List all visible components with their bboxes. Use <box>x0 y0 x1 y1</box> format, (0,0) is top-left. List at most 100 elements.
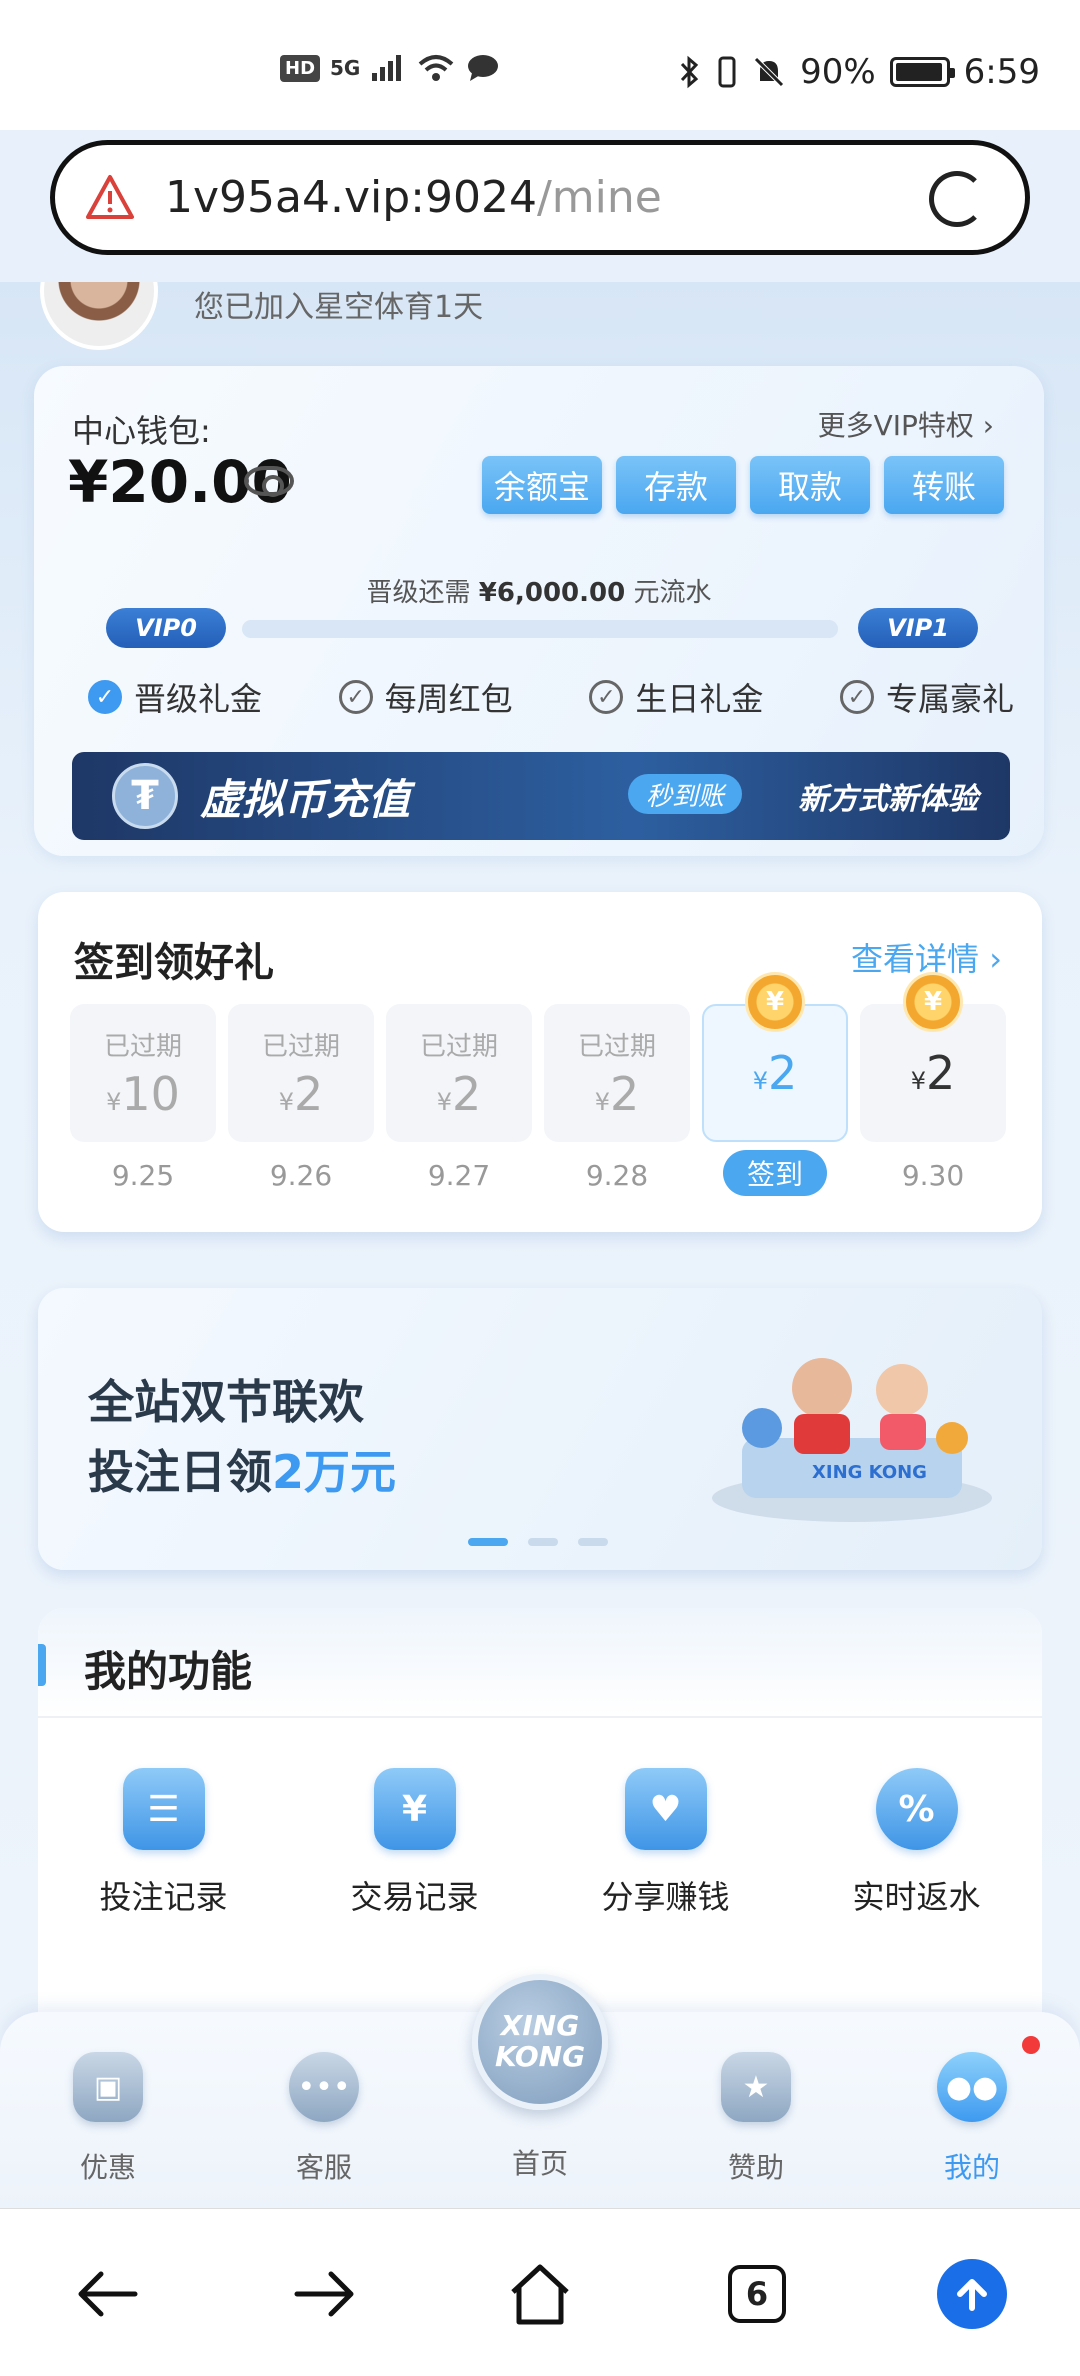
func-label: 分享赚钱 <box>601 1878 730 1916</box>
vibrate-icon <box>718 56 736 88</box>
warning-icon[interactable] <box>85 173 135 223</box>
check-circle-icon: ✓ <box>88 680 122 714</box>
checkin-title: 签到领好礼 <box>74 940 274 986</box>
back-button[interactable] <box>72 2259 142 2329</box>
coin-icon: ¥ <box>903 972 963 1032</box>
back-arrow-icon <box>78 2271 138 2317</box>
check-circle-icon: ✓ <box>589 680 624 714</box>
vip-progress-bar <box>242 620 838 638</box>
upgrade-requirement: 晋级还需 ¥6,000.00 元流水 <box>34 572 1044 609</box>
banner-line1: 全站双节联欢 <box>88 1375 364 1429</box>
clock: 6:59 <box>963 52 1040 92</box>
func-share-earn[interactable]: ♥ 分享赚钱 <box>540 1768 791 1918</box>
section-accent-bar <box>38 1644 46 1686</box>
signin-button[interactable]: 签到 <box>723 1150 827 1196</box>
tab-mine[interactable]: ●● 我的 <box>902 2052 1042 2186</box>
currency-symbol: ¥ <box>106 1087 122 1116</box>
day-amount-value: 2 <box>926 1046 956 1100</box>
upgrade-amount: ¥6,000.00 <box>478 578 626 608</box>
message-icon <box>468 55 499 81</box>
func-rebate[interactable]: % 实时返水 <box>791 1768 1042 1918</box>
home-button[interactable] <box>505 2259 575 2329</box>
func-bet-records[interactable]: ☰ 投注记录 <box>38 1768 289 1918</box>
checkin-day-today[interactable]: ¥ ¥2 签到 <box>702 972 848 1198</box>
day-box: 已过期 ¥2 <box>386 1004 532 1142</box>
carousel-dot[interactable] <box>528 1538 558 1546</box>
tether-icon: ₮ <box>112 763 178 829</box>
upload-button[interactable] <box>937 2259 1007 2329</box>
tab-label-home[interactable]: 首页 <box>470 2142 610 2182</box>
expired-label: 已过期 <box>103 1031 182 1062</box>
perk-item: ✓ 晋级礼金 <box>88 674 262 720</box>
wallet-actions: 余额宝 存款 取款 转账 <box>482 456 1004 514</box>
perk-item: ✓ 专属豪礼 <box>839 674 1014 720</box>
withdraw-button[interactable]: 取款 <box>750 456 870 514</box>
user-face-icon: ●● <box>937 2052 1007 2122</box>
yen-wallet-icon: ¥ <box>373 1768 456 1850</box>
url-path[interactable]: /mine <box>537 172 662 223</box>
home-logo-button[interactable]: XING KONG <box>472 1974 608 2110</box>
currency-symbol: ¥ <box>278 1087 294 1116</box>
checkin-day: 已过期 ¥2 9.27 <box>386 1004 532 1198</box>
perk-item: ✓ 生日礼金 <box>589 674 763 720</box>
crypto-title: 虚拟币充值 <box>200 774 411 824</box>
expired-label: 已过期 <box>577 1031 656 1062</box>
day-amount-value: 10 <box>121 1066 180 1121</box>
eye-icon[interactable] <box>244 466 294 497</box>
carousel-dot[interactable] <box>468 1538 508 1546</box>
bluetooth-icon <box>680 55 699 89</box>
address-bar[interactable]: 1v95a4.vip:9024/mine <box>50 140 1030 255</box>
tab-label: 客服 <box>295 2151 352 2184</box>
percent-icon: % <box>875 1768 958 1850</box>
tab-label: 我的 <box>943 2151 1000 2184</box>
crypto-tag: 秒到账 <box>628 774 743 814</box>
vip-more-link[interactable]: 更多VIP特权 › <box>818 404 994 444</box>
expired-label: 已过期 <box>419 1031 498 1062</box>
coin-icon: ¥ <box>745 972 805 1032</box>
checkin-day: 已过期 ¥2 9.28 <box>544 1004 690 1198</box>
network-label: 5G <box>330 56 361 80</box>
crypto-deposit-banner[interactable]: ₮ 虚拟币充值 秒到账 新方式新体验 <box>72 752 1010 840</box>
avatar[interactable] <box>40 282 158 350</box>
crypto-subtitle: 新方式新体验 <box>798 782 978 817</box>
currency-symbol: ¥ <box>594 1087 610 1116</box>
mine-page: 您已加入星空体育1天 中心钱包: ¥20.00 更多VIP特权 › 余额宝 存款… <box>0 282 1080 2202</box>
functions-header: 我的功能 <box>38 1608 1042 1718</box>
transfer-button[interactable]: 转账 <box>884 456 1004 514</box>
tab-sponsor[interactable]: ★ 赞助 <box>686 2052 826 2186</box>
func-transaction-records[interactable]: ¥ 交易记录 <box>289 1768 540 1918</box>
forward-button[interactable] <box>290 2259 360 2329</box>
func-label: 投注记录 <box>99 1878 228 1916</box>
star-shield-icon: ★ <box>721 2052 791 2122</box>
promo-banner[interactable]: 全站双节联欢 投注日领2万元 XING KONG <box>38 1288 1042 1570</box>
currency-symbol: ¥ <box>436 1087 452 1116</box>
home-logo: XING KONG <box>494 2009 586 2073</box>
day-box: 已过期 ¥2 <box>544 1004 690 1142</box>
carousel-dot[interactable] <box>578 1538 608 1546</box>
chat-icon: ••• <box>289 2052 359 2122</box>
url-host[interactable]: 1v95a4.vip:9024 <box>165 172 537 223</box>
battery-icon <box>889 57 955 87</box>
tab-support[interactable]: ••• 客服 <box>254 2052 394 2186</box>
up-arrow-icon <box>937 2259 1007 2329</box>
tab-promotions[interactable]: ▣ 优惠 <box>38 2052 178 2186</box>
banner-highlight: 2万元 <box>272 1445 397 1499</box>
tab-label: 优惠 <box>79 2151 136 2184</box>
carousel-dots <box>468 1538 608 1546</box>
expired-label: 已过期 <box>261 1031 340 1062</box>
upgrade-prefix: 晋级还需 <box>366 578 471 608</box>
document-icon: ☰ <box>122 1768 205 1850</box>
signal-icon <box>372 55 402 81</box>
day-amount-value: 2 <box>610 1066 640 1121</box>
checkin-day: 已过期 ¥10 9.25 <box>70 1004 216 1198</box>
tabs-button[interactable]: 6 <box>722 2259 792 2329</box>
day-amount: ¥2 <box>595 1067 640 1121</box>
reload-icon[interactable] <box>929 171 985 227</box>
wallet-card: 中心钱包: ¥20.00 更多VIP特权 › 余额宝 存款 取款 转账 晋级还需… <box>34 366 1044 856</box>
checkin-card: 签到领好礼 查看详情 › 已过期 ¥10 9.25 已过期 ¥2 9.26 已过… <box>38 892 1042 1232</box>
deposit-button[interactable]: 存款 <box>616 456 736 514</box>
yuebao-button[interactable]: 余额宝 <box>482 456 602 514</box>
functions-grid: ☰ 投注记录 ¥ 交易记录 ♥ 分享赚钱 % 实时返水 <box>38 1768 1042 1918</box>
tabs-count: 6 <box>728 2265 786 2323</box>
day-box: 已过期 ¥2 <box>228 1004 374 1142</box>
